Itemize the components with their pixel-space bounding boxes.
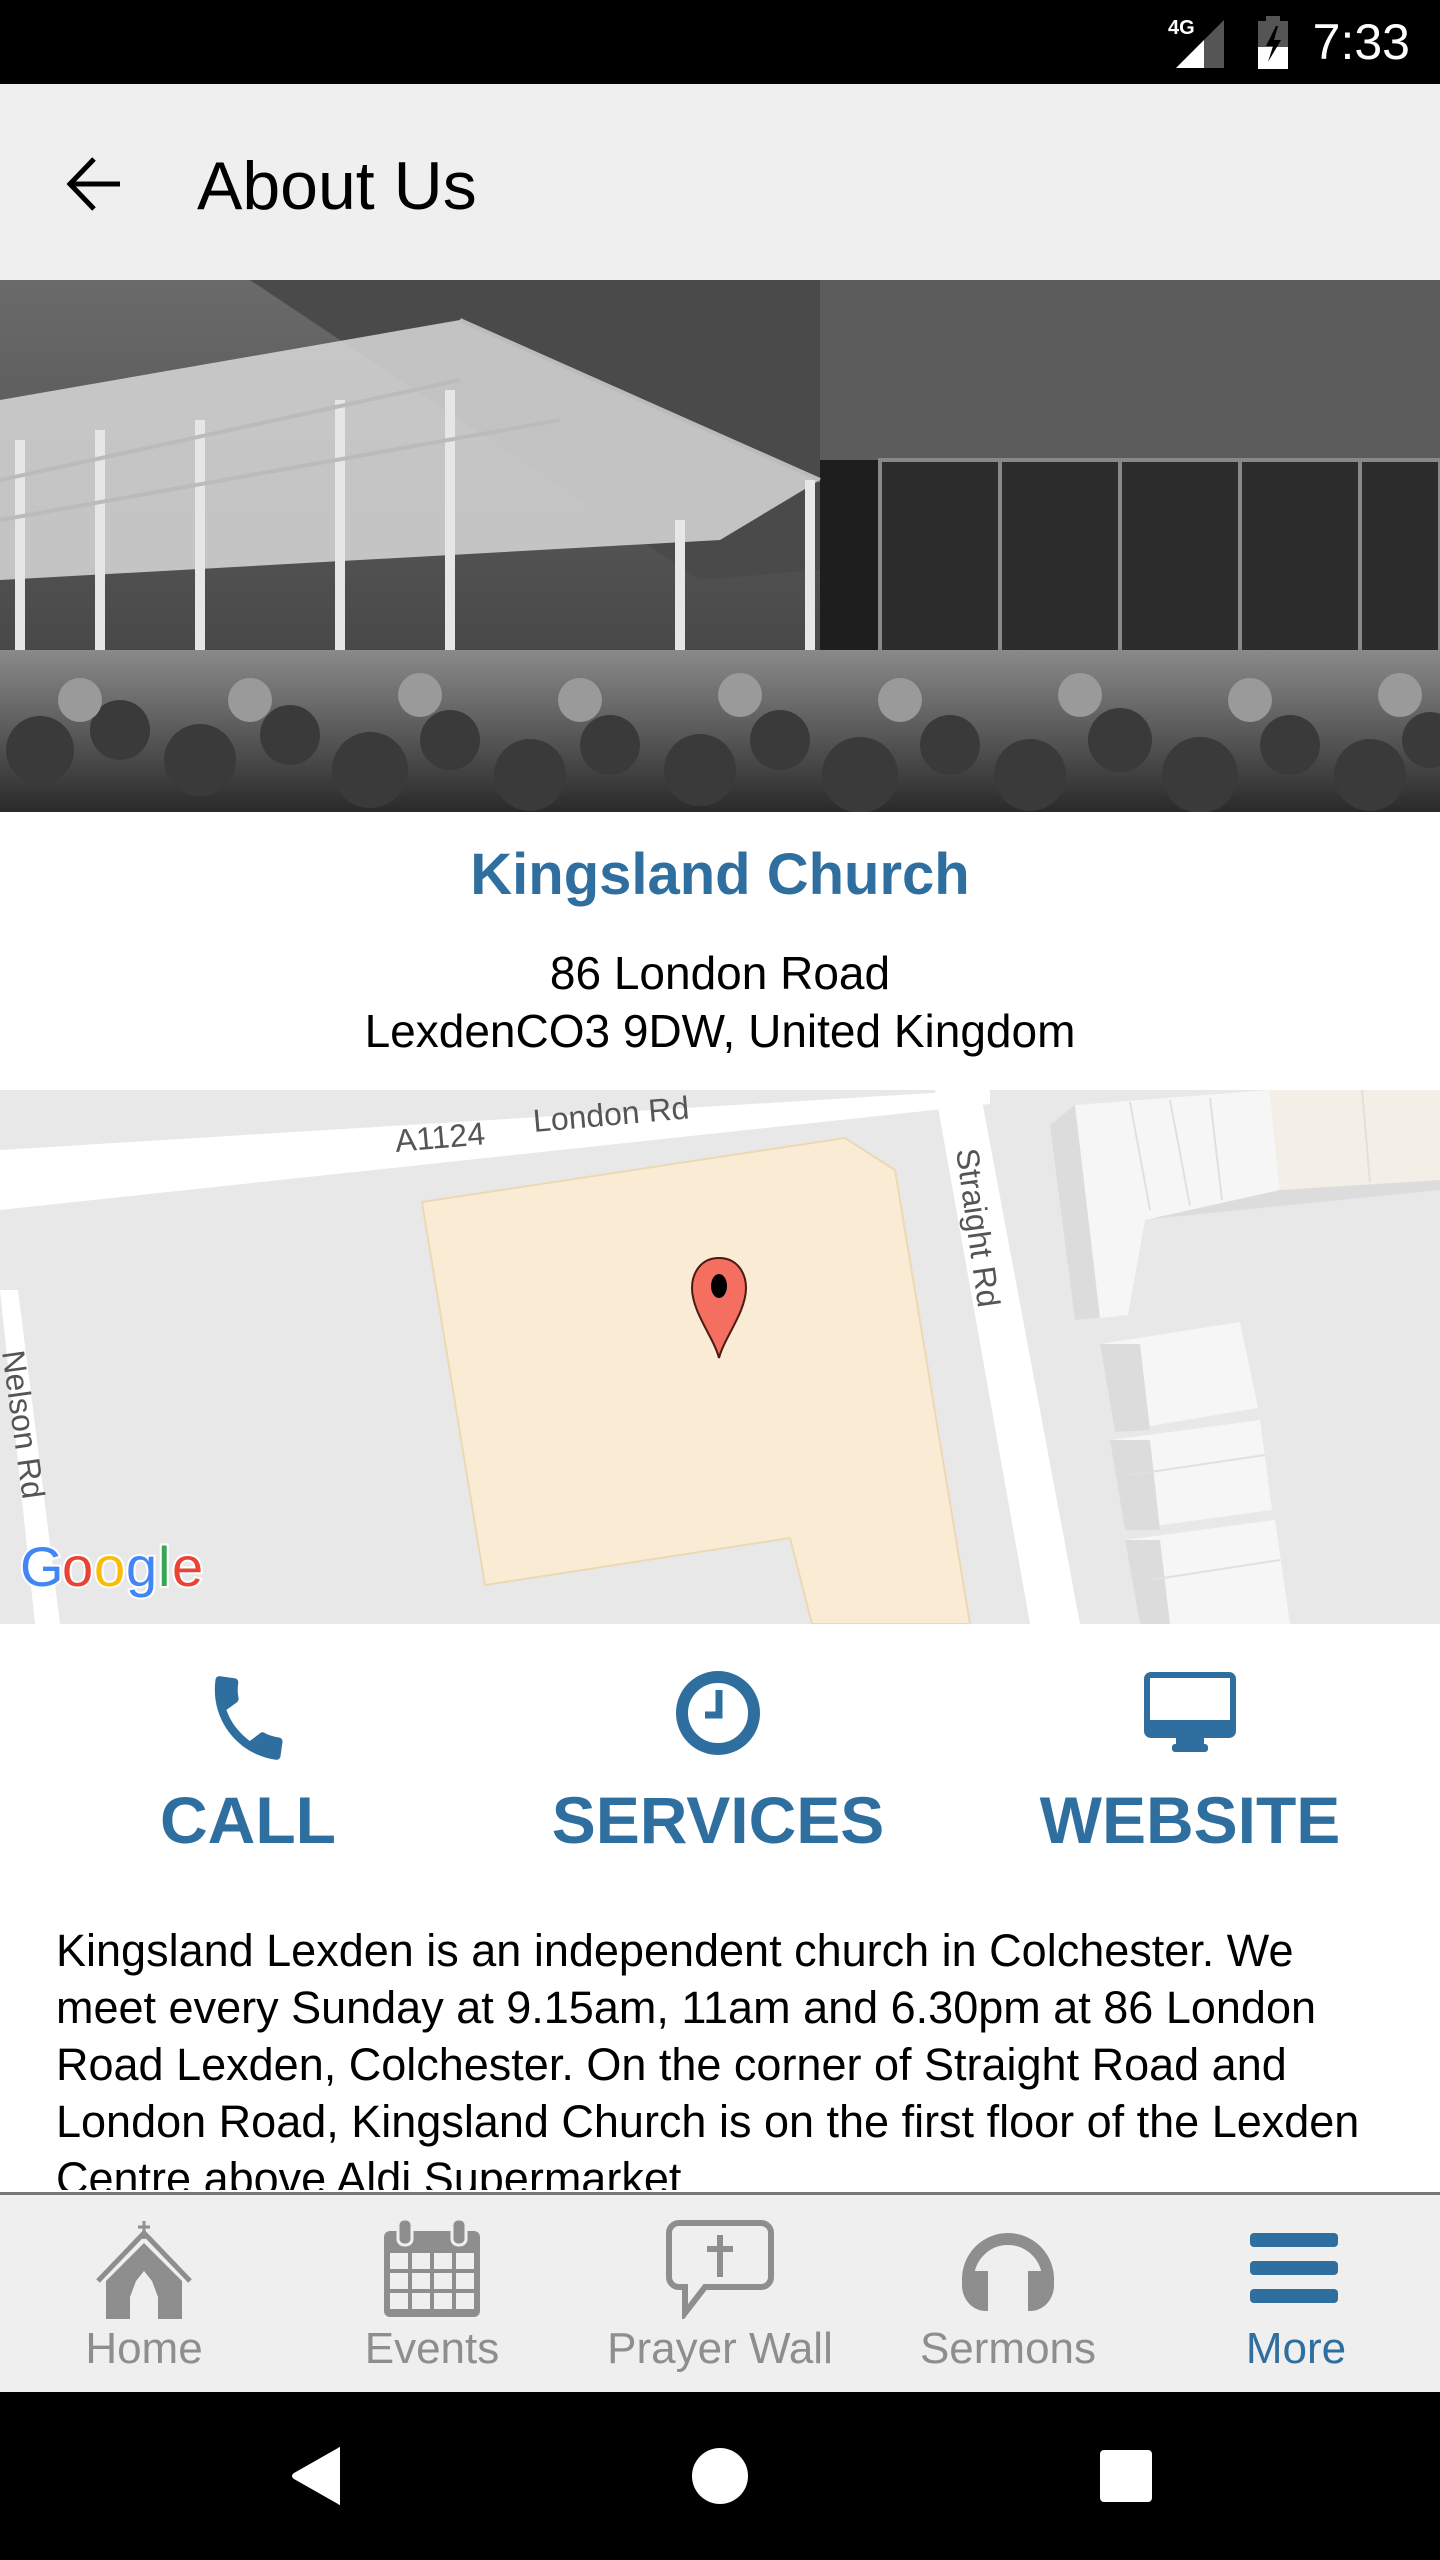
bottom-navigation: Home Events Prayer Wall Sermons More <box>0 2192 1440 2392</box>
call-button[interactable]: CALL <box>48 1660 448 1860</box>
svg-text:g: g <box>126 1535 157 1598</box>
hero-photo <box>0 280 1440 812</box>
prayer-bubble-icon <box>666 2220 774 2319</box>
church-crowd-photo <box>0 280 1440 812</box>
svg-text:o: o <box>62 1535 93 1598</box>
nav-more[interactable]: More <box>1152 2195 1440 2392</box>
monitor-icon <box>1144 1672 1236 1752</box>
nav-sermons-label: Sermons <box>919 2324 1097 2373</box>
nav-home-label: Home <box>85 2324 203 2373</box>
signal-4g-icon: 4G <box>1168 17 1224 68</box>
website-label: WEBSITE <box>1039 1783 1341 1857</box>
church-description: Kingsland Lexden is an independent churc… <box>56 1925 1360 2190</box>
system-navigation-bar <box>0 2392 1440 2560</box>
headphones-icon <box>962 2233 1054 2315</box>
phone-icon <box>214 1676 283 1760</box>
nav-home[interactable]: Home <box>0 2195 288 2392</box>
svg-text:e: e <box>172 1535 203 1598</box>
status-bar: 4G 7:33 <box>0 0 1440 84</box>
circle-home-icon <box>692 2448 748 2504</box>
map-canvas: A1124 London Rd Straight Rd Nelson Rd G … <box>0 1090 1440 1624</box>
system-recents-button[interactable] <box>1086 2446 1166 2506</box>
nav-events-label: Events <box>364 2324 500 2373</box>
church-name: Kingsland Church <box>470 842 970 907</box>
church-icon <box>96 2221 192 2319</box>
page-title: About Us <box>197 148 477 224</box>
website-button[interactable]: WEBSITE <box>990 1660 1390 1860</box>
clock-icon <box>676 1671 760 1755</box>
google-logo: G o o g l e <box>18 1533 205 1600</box>
svg-text:G: G <box>20 1535 64 1598</box>
address-line-1: 86 London Road <box>549 947 891 999</box>
arrow-left-icon <box>66 157 120 211</box>
system-home-button[interactable] <box>680 2446 760 2506</box>
address-line-2: LexdenCO3 9DW, United Kingdom <box>364 1005 1076 1057</box>
services-button[interactable]: SERVICES <box>518 1660 918 1860</box>
svg-text:o: o <box>94 1535 125 1598</box>
calendar-icon <box>384 2219 480 2317</box>
services-label: SERVICES <box>551 1783 885 1857</box>
svg-text:l: l <box>158 1535 170 1598</box>
system-back-button[interactable] <box>276 2446 356 2506</box>
svg-text:4G: 4G <box>1168 17 1195 39</box>
status-time: 7:33 <box>1312 14 1410 70</box>
nav-prayer-wall-label: Prayer Wall <box>607 2324 833 2373</box>
nav-sermons[interactable]: Sermons <box>864 2195 1152 2392</box>
nav-events[interactable]: Events <box>288 2195 576 2392</box>
menu-icon <box>1250 2233 1338 2303</box>
battery-charging-icon <box>1258 16 1288 69</box>
location-map[interactable]: A1124 London Rd Straight Rd Nelson Rd G … <box>0 1090 1440 1624</box>
back-button[interactable] <box>52 142 136 226</box>
call-label: CALL <box>160 1783 336 1857</box>
square-recents-icon <box>1100 2450 1152 2502</box>
app-bar: About Us <box>0 84 1440 280</box>
nav-more-label: More <box>1245 2324 1347 2373</box>
triangle-back-icon <box>292 2447 340 2505</box>
nav-prayer-wall[interactable]: Prayer Wall <box>576 2195 864 2392</box>
